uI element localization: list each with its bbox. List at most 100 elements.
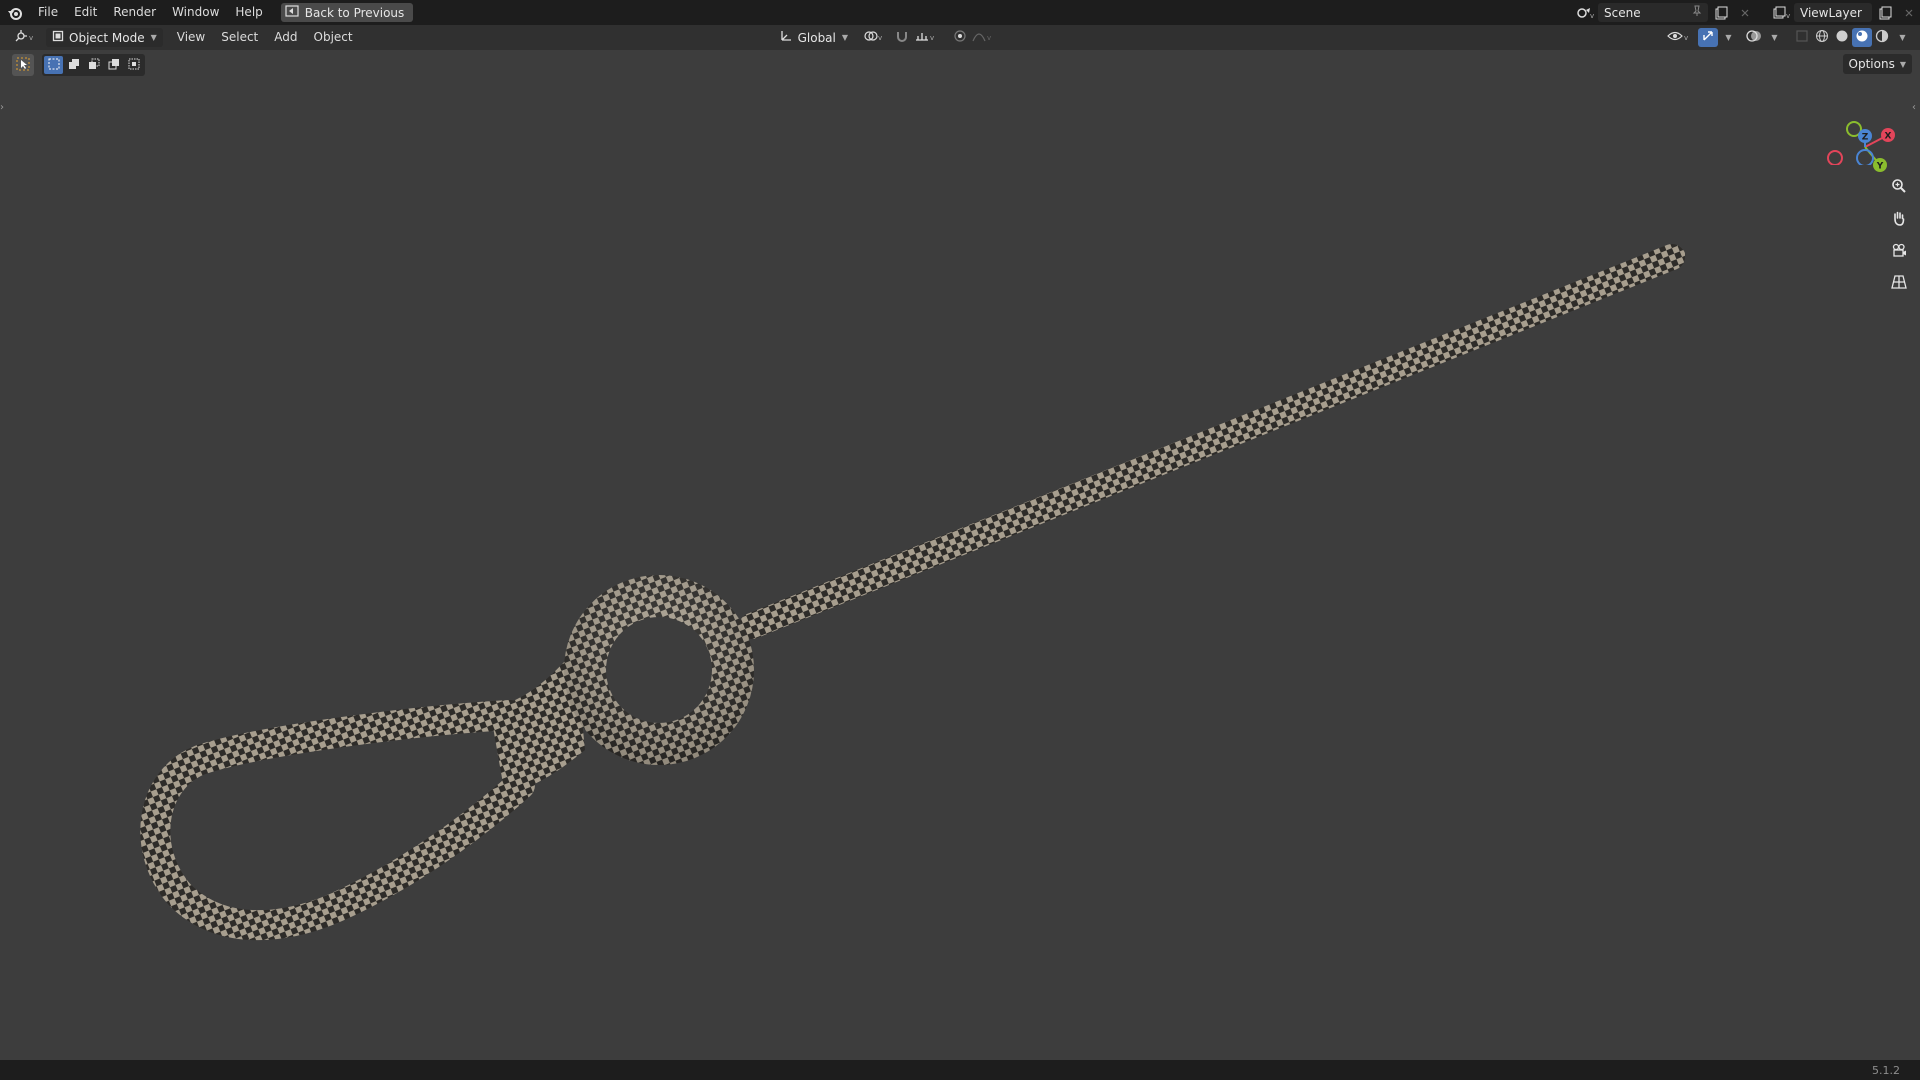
selection-mode-group: [42, 54, 145, 76]
pin-icon[interactable]: [1692, 5, 1702, 20]
proportional-editing-icon: [953, 29, 967, 46]
solid-sphere-icon: [1835, 29, 1849, 46]
view-layer-name: ViewLayer: [1800, 5, 1862, 20]
overlays-icon: [1746, 29, 1762, 46]
delete-scene-icon[interactable]: [1734, 3, 1756, 22]
menu-object[interactable]: Object: [306, 25, 361, 50]
pan-button[interactable]: [1886, 206, 1912, 232]
view-layer-name-field[interactable]: ViewLayer: [1794, 3, 1872, 22]
transform-orientation-dropdown[interactable]: Global ▼: [773, 28, 854, 47]
menu-edit[interactable]: Edit: [66, 0, 105, 25]
3d-viewport-icon: v: [14, 29, 36, 46]
select-extend-icon: [68, 58, 80, 73]
options-dropdown[interactable]: Options ▼: [1842, 54, 1912, 74]
shading-wireframe-button[interactable]: [1812, 28, 1832, 47]
chevron-down-icon: ▼: [1899, 59, 1906, 69]
shading-material-button[interactable]: [1852, 28, 1872, 47]
scene-name: Scene: [1604, 5, 1641, 20]
select-intersect-icon: [128, 58, 140, 73]
visibility-button[interactable]: v: [1664, 28, 1694, 47]
menu-window[interactable]: Window: [164, 0, 227, 25]
select-subtract-mode[interactable]: [84, 56, 103, 74]
select-invert-icon: [108, 58, 120, 73]
chevron-down-icon: ▼: [150, 33, 157, 42]
select-invert-mode[interactable]: [104, 56, 123, 74]
camera-view-icon: [1891, 242, 1907, 261]
version-label: 5.1.2: [1872, 1063, 1900, 1077]
delete-view-layer-icon[interactable]: [1898, 3, 1920, 22]
menu-select[interactable]: Select: [213, 25, 266, 50]
gizmo-toggle-button[interactable]: [1698, 28, 1718, 47]
xray-icon: [1795, 29, 1809, 46]
object-mode-label: Object Mode: [69, 30, 145, 45]
viewport-header: v Object Mode ▼ View Select Add Object G…: [0, 25, 1920, 50]
gizmo-x-label: X: [1885, 132, 1892, 142]
menu-add[interactable]: Add: [266, 25, 305, 50]
view-layer-browse-icon[interactable]: v: [1770, 3, 1792, 22]
select-subtract-icon: [88, 58, 100, 73]
pivot-point-button[interactable]: v: [860, 28, 888, 47]
needle-object[interactable]: [0, 50, 1920, 1060]
svg-text:v: v: [1786, 12, 1790, 20]
gizmo-icon: [1701, 29, 1715, 46]
select-extend-mode[interactable]: [64, 56, 83, 74]
orientation-axes-icon: [779, 29, 793, 46]
view-layer-selector: v ViewLayer: [1770, 3, 1920, 22]
select-intersect-mode[interactable]: [124, 56, 143, 74]
sidebar-expand-arrow-icon[interactable]: ‹: [1912, 102, 1920, 116]
status-bar: 5.1.2: [0, 1060, 1920, 1080]
snap-target-button[interactable]: v: [912, 28, 940, 47]
magnet-icon: [895, 29, 909, 46]
gizmo-y-label: Y: [1876, 162, 1884, 172]
overlays-options-dropdown[interactable]: ▼: [1764, 28, 1784, 47]
back-button-label: Back to Previous: [304, 5, 405, 20]
shading-rendered-button[interactable]: [1872, 28, 1892, 47]
chevron-down-icon: ▼: [841, 33, 849, 42]
new-view-layer-icon[interactable]: [1874, 3, 1896, 22]
zoom-button[interactable]: [1886, 174, 1912, 200]
grid-perspective-icon: [1891, 274, 1907, 293]
svg-text:v: v: [987, 34, 991, 42]
wireframe-sphere-icon: [1815, 29, 1829, 46]
menu-help[interactable]: Help: [227, 0, 270, 25]
svg-text:v: v: [930, 34, 934, 42]
3d-viewport[interactable]: Options ▼ › ‹ X Z Y: [0, 50, 1920, 1060]
gizmo-options-dropdown[interactable]: ▼: [1718, 28, 1738, 47]
proportional-editing-button[interactable]: [950, 28, 970, 47]
screen-back-icon: [285, 5, 299, 20]
falloff-curve-icon: v: [972, 29, 994, 46]
cursor-select-icon: [16, 57, 30, 74]
shading-options-dropdown[interactable]: ▼: [1892, 28, 1912, 47]
scene-selector: v Scene: [1574, 3, 1756, 22]
editor-type-button[interactable]: v: [10, 28, 40, 47]
chevron-down-icon: ▼: [1725, 33, 1732, 42]
pivot-point-icon: v: [863, 29, 885, 46]
back-to-previous-button[interactable]: Back to Previous: [280, 3, 414, 22]
falloff-button[interactable]: v: [970, 28, 996, 47]
svg-text:v: v: [878, 34, 882, 42]
menu-file[interactable]: File: [30, 0, 66, 25]
scene-browse-icon[interactable]: v: [1574, 3, 1596, 22]
navigation-gizmo[interactable]: X Z Y: [1824, 85, 1904, 172]
menu-view[interactable]: View: [169, 25, 213, 50]
menu-render[interactable]: Render: [105, 0, 164, 25]
select-tool-button[interactable]: [12, 54, 34, 76]
options-label: Options: [1848, 57, 1895, 71]
magnify-icon: [1891, 178, 1907, 197]
blender-logo-icon[interactable]: [0, 0, 30, 25]
perspective-toggle-button[interactable]: [1886, 270, 1912, 296]
object-mode-dropdown[interactable]: Object Mode ▼: [46, 28, 163, 47]
camera-view-button[interactable]: [1886, 238, 1912, 264]
toolbar-header-row: [12, 54, 145, 76]
select-new-mode[interactable]: [44, 56, 63, 74]
eye-selectability-icon: v: [1667, 29, 1691, 46]
new-scene-icon[interactable]: [1710, 3, 1732, 22]
shading-solid-button[interactable]: [1832, 28, 1852, 47]
toolbar-expand-arrow-icon[interactable]: ›: [0, 102, 8, 116]
scene-name-field[interactable]: Scene: [1598, 3, 1708, 22]
snap-toggle-button[interactable]: [892, 28, 912, 47]
overlays-toggle-button[interactable]: [1744, 28, 1764, 47]
svg-text:v: v: [1684, 34, 1688, 42]
xray-toggle-button[interactable]: [1792, 28, 1812, 47]
gizmo-z-label: Z: [1862, 133, 1869, 143]
